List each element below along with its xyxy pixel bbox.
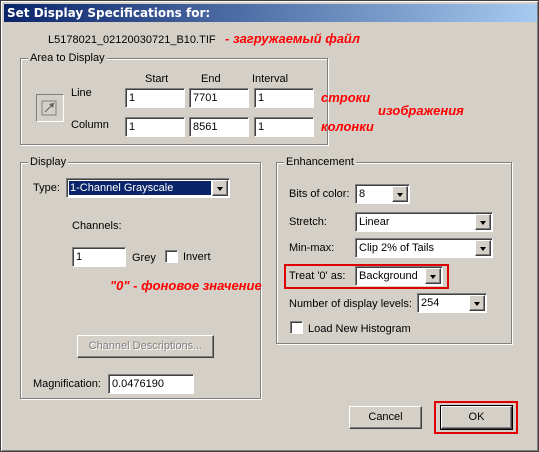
chevron-down-icon[interactable]: [425, 268, 441, 284]
levels-value: 254: [421, 297, 440, 309]
chevron-down-icon[interactable]: [469, 295, 485, 311]
column-end-field[interactable]: [189, 117, 249, 137]
column-end-input[interactable]: [193, 120, 248, 134]
column-label: Column: [71, 119, 109, 131]
column-interval-field[interactable]: [254, 117, 314, 137]
start-header: Start: [145, 73, 169, 85]
minmax-label: Min-max:: [289, 242, 335, 254]
channel-descriptions-button[interactable]: Channel Descriptions...: [77, 335, 214, 358]
bits-label: Bits of color:: [289, 188, 350, 200]
chevron-down-icon[interactable]: [392, 186, 408, 202]
enhancement-group-label: Enhancement: [284, 155, 356, 169]
annotation-file: - загружаемый файл: [225, 31, 360, 46]
area-group-label: Area to Display: [28, 51, 107, 65]
load-histogram-checkbox[interactable]: [290, 321, 303, 334]
annotation-zero: "0" - фоновое значение: [110, 278, 262, 293]
line-end-input[interactable]: [193, 91, 248, 105]
annotation-image: изображения: [378, 103, 464, 118]
column-start-field[interactable]: [125, 117, 185, 137]
grey-label: Grey: [132, 252, 156, 264]
line-end-field[interactable]: [189, 88, 249, 108]
column-start-input[interactable]: [129, 120, 184, 134]
stretch-value: Linear: [359, 216, 390, 228]
treat-zero-select[interactable]: Background: [355, 266, 443, 286]
display-spec-dialog: Set Display Specifications for: L5178021…: [0, 0, 539, 452]
minmax-value: Clip 2% of Tails: [359, 242, 434, 254]
chevron-down-icon[interactable]: [475, 240, 491, 256]
levels-select[interactable]: 254: [417, 293, 487, 313]
treat-zero-label: Treat '0' as:: [289, 270, 346, 282]
magnification-label: Magnification:: [33, 378, 101, 390]
line-start-input[interactable]: [129, 91, 184, 105]
ok-button[interactable]: OK: [440, 405, 513, 430]
display-group-label: Display: [28, 155, 69, 169]
minmax-select[interactable]: Clip 2% of Tails: [355, 238, 493, 258]
line-label: Line: [71, 87, 92, 99]
type-select[interactable]: 1-Channel Grayscale: [66, 178, 230, 198]
treat-zero-value: Background: [359, 270, 418, 282]
chevron-down-icon[interactable]: [475, 214, 491, 230]
load-histogram-label: Load New Histogram: [308, 323, 411, 335]
bits-value: 8: [359, 188, 366, 200]
line-interval-field[interactable]: [254, 88, 314, 108]
invert-checkbox[interactable]: [165, 250, 178, 263]
stretch-label: Stretch:: [289, 216, 327, 228]
invert-label: Invert: [183, 251, 211, 263]
annotation-columns: колонки: [321, 119, 374, 134]
magnification-input[interactable]: [112, 377, 193, 391]
chevron-down-icon[interactable]: [212, 180, 228, 196]
levels-label: Number of display levels:: [289, 298, 412, 310]
channel-field[interactable]: [72, 247, 126, 267]
magnification-field[interactable]: [108, 374, 194, 394]
end-header: End: [201, 73, 221, 85]
line-interval-input[interactable]: [258, 91, 313, 105]
file-name: L5178021_02120030721_B10.TIF: [48, 34, 216, 46]
type-label: Type:: [33, 182, 60, 194]
type-value: 1-Channel Grayscale: [69, 181, 211, 195]
column-interval-input[interactable]: [258, 120, 313, 134]
area-region-icon: [36, 94, 64, 122]
interval-header: Interval: [252, 73, 289, 85]
channels-label: Channels:: [72, 220, 122, 232]
stretch-select[interactable]: Linear: [355, 212, 493, 232]
annotation-rows: строки: [321, 90, 371, 105]
bits-select[interactable]: 8: [355, 184, 410, 204]
cancel-button[interactable]: Cancel: [349, 406, 422, 429]
channel-input[interactable]: [76, 250, 125, 264]
line-start-field[interactable]: [125, 88, 185, 108]
dialog-title: Set Display Specifications for:: [4, 4, 537, 22]
